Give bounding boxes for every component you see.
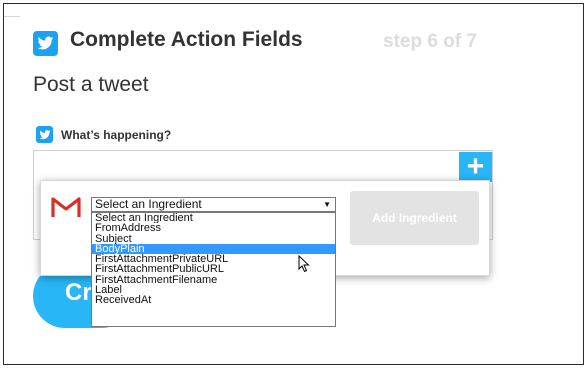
ingredient-option[interactable]: Select an Ingredient — [92, 213, 335, 223]
ingredient-option[interactable]: FromAddress — [92, 223, 335, 233]
ingredient-option[interactable]: Subject — [92, 234, 335, 244]
twitter-icon — [33, 31, 58, 56]
step-indicator: step 6 of 7 — [383, 31, 477, 52]
add-ingredient-button[interactable]: Add Ingredient — [350, 191, 479, 245]
gmail-icon — [51, 197, 81, 217]
ingredient-select-value: Select an Ingredient — [95, 197, 202, 211]
twitter-icon — [36, 126, 53, 143]
page-title: Complete Action Fields — [70, 28, 303, 51]
mouse-cursor-icon — [298, 255, 310, 273]
ingredient-option-highlighted[interactable]: BodyPlain — [92, 243, 335, 255]
dropdown-arrow-icon: ▼ — [323, 200, 331, 209]
ingredient-option[interactable]: Label — [92, 285, 335, 295]
field-label: What’s happening? — [61, 128, 172, 142]
create-action-button-label: Cr — [65, 279, 92, 306]
ingredient-option[interactable]: ReceivedAt — [92, 295, 335, 305]
add-ingredient-toggle-button[interactable]: + — [459, 152, 492, 182]
action-subtitle: Post a tweet — [33, 73, 149, 96]
ingredient-option[interactable]: FirstAttachmentFilename — [92, 275, 335, 285]
top-divider — [4, 16, 20, 17]
ingredient-select[interactable]: Select an Ingredient ▼ — [91, 197, 336, 212]
